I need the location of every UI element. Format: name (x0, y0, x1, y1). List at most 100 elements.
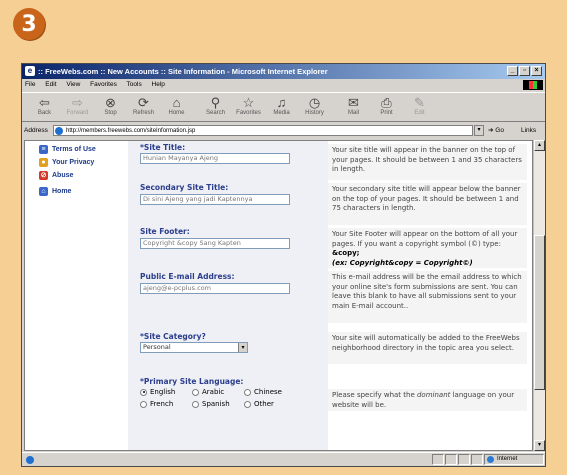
radio-icon (192, 388, 199, 396)
maximize-button[interactable]: ▫ (519, 66, 530, 76)
ie-icon: e (25, 66, 35, 76)
back-arrow-icon: ⇦ (39, 95, 50, 110)
media-icon: ♫ (276, 95, 287, 110)
document-icon: ≡ (39, 145, 48, 154)
page-content: ≡ Terms of Use ● Your Privacy ⊘ Abuse ⌂ … (24, 140, 533, 451)
language-chinese-radio[interactable]: Chinese (244, 388, 296, 396)
menu-edit[interactable]: Edit (45, 81, 56, 88)
search-icon: ⚲ (210, 95, 221, 110)
scroll-up-icon[interactable]: ▴ (534, 140, 545, 151)
help-column: Your site title will appear in the banne… (328, 141, 527, 450)
menu-view[interactable]: View (66, 81, 80, 88)
step-number-badge: 3 (13, 8, 45, 40)
email-field[interactable]: ajeng@e-pcplus.com (140, 283, 290, 294)
site-category-select[interactable]: Personal ▾ (140, 342, 248, 353)
language-english-radio[interactable]: English (140, 388, 192, 396)
address-label: Address (24, 127, 48, 134)
address-bar: Address http://members.freewebs.com/site… (22, 123, 545, 138)
links-button[interactable]: Links (521, 123, 536, 138)
sidebar-nav: ≡ Terms of Use ● Your Privacy ⊘ Abuse ⌂ … (25, 141, 127, 450)
menu-help[interactable]: Help (152, 81, 165, 88)
scroll-down-icon[interactable]: ▾ (534, 440, 545, 451)
email-help: This e-mail address will be the email ad… (328, 271, 527, 323)
history-icon: ◷ (308, 95, 321, 110)
back-button[interactable]: ⇦ Back (28, 93, 61, 116)
close-button[interactable]: × (531, 66, 542, 76)
site-footer-input[interactable]: Copyright &copy Sang Kapten (140, 238, 290, 249)
menu-file[interactable]: File (25, 81, 35, 88)
status-panes (432, 454, 483, 465)
secondary-title-label: Secondary Site Title: (140, 183, 229, 192)
radio-selected-icon (140, 388, 147, 396)
print-button[interactable]: ⎙ Print (370, 93, 403, 116)
site-title-help: Your site title will appear in the banne… (328, 144, 527, 180)
radio-icon (244, 400, 251, 408)
site-category-help: Your site will automatically be added to… (328, 332, 527, 364)
windows-logo-icon (523, 80, 543, 90)
site-info-form: *Site Title: Hunian Mayanya Ajeng Second… (128, 141, 328, 450)
mail-button[interactable]: ✉ Mail (337, 93, 370, 116)
menu-favorites[interactable]: Favorites (90, 81, 117, 88)
window-controls: _ ▫ × (507, 66, 542, 76)
home-icon: ⌂ (39, 187, 48, 196)
language-arabic-radio[interactable]: Arabic (192, 388, 244, 396)
mail-icon: ✉ (348, 95, 359, 110)
vertical-scrollbar[interactable]: ▴ ▾ (533, 140, 545, 451)
sidebar-item-terms-of-use[interactable]: ≡ Terms of Use (25, 143, 127, 156)
site-title-label: *Site Title: (140, 143, 186, 152)
favorites-icon: ☆ (242, 95, 255, 110)
menu-tools[interactable]: Tools (127, 81, 142, 88)
print-icon: ⎙ (381, 95, 392, 110)
menu-bar: File Edit View Favorites Tools Help (22, 79, 545, 91)
language-label: *Primary Site Language: (140, 377, 244, 386)
search-button[interactable]: ⚲ Search (199, 93, 232, 116)
forward-button[interactable]: ⇨ Forward (61, 93, 94, 116)
radio-icon (192, 400, 199, 408)
media-button[interactable]: ♫ Media (265, 93, 298, 116)
abuse-icon: ⊘ (39, 171, 48, 180)
site-footer-help: Your Site Footer will appear on the bott… (328, 228, 527, 268)
title-bar: e :: FreeWebs.com :: New Accounts :: Sit… (22, 64, 545, 79)
page-status-icon (26, 456, 34, 464)
edit-button[interactable]: ✎ Edit (403, 93, 436, 116)
site-category-label: *Site Category? (140, 332, 206, 341)
home-button[interactable]: ⌂ Home (160, 93, 193, 116)
forward-arrow-icon: ⇨ (72, 95, 83, 110)
language-spanish-radio[interactable]: Spanish (192, 400, 244, 408)
refresh-icon: ⟳ (138, 95, 149, 110)
address-input[interactable]: http://members.freewebs.com/siteInformat… (53, 125, 473, 136)
sidebar-item-your-privacy[interactable]: ● Your Privacy (25, 156, 127, 169)
sidebar-item-abuse[interactable]: ⊘ Abuse (25, 169, 127, 182)
go-arrow-icon: ➔ (488, 127, 494, 134)
chevron-down-icon: ▾ (238, 343, 247, 352)
secondary-title-input[interactable]: Di sini Ajeng yang jadi Kaptennya (140, 194, 290, 205)
stop-button[interactable]: ⊗ Stop (94, 93, 127, 116)
go-button[interactable]: ➔ Go (488, 123, 504, 138)
security-zone: Internet (484, 454, 544, 465)
status-bar: Internet (22, 452, 545, 466)
site-footer-label: Site Footer: (140, 227, 190, 236)
address-url: http://members.freewebs.com/siteInformat… (66, 128, 196, 134)
language-french-radio[interactable]: French (140, 400, 192, 408)
site-title-input[interactable]: Hunian Mayanya Ajeng (140, 153, 290, 164)
scroll-thumb[interactable] (534, 235, 545, 390)
language-row-1: English Arabic Chinese (140, 388, 296, 396)
home-icon: ⌂ (172, 95, 181, 110)
standard-toolbar: ⇦ Back ⇨ Forward ⊗ Stop ⟳ Refresh ⌂ Home ⚲ Sea… (22, 92, 545, 122)
minimize-button[interactable]: _ (507, 66, 518, 76)
language-other-radio[interactable]: Other (244, 400, 296, 408)
globe-icon (487, 456, 494, 463)
favorites-button[interactable]: ☆ Favorites (232, 93, 265, 116)
sidebar-item-home[interactable]: ⌂ Home (25, 185, 127, 198)
address-dropdown-button[interactable]: ▾ (474, 125, 484, 136)
radio-icon (140, 400, 147, 408)
stop-icon: ⊗ (105, 95, 116, 110)
browser-window: e :: FreeWebs.com :: New Accounts :: Sit… (21, 63, 546, 467)
window-title: :: FreeWebs.com :: New Accounts :: Site … (38, 67, 328, 76)
refresh-button[interactable]: ⟳ Refresh (127, 93, 160, 116)
page-icon (55, 127, 63, 135)
lock-icon: ● (39, 158, 48, 167)
language-row-2: French Spanish Other (140, 400, 296, 408)
site-category-value: Personal (143, 343, 171, 351)
history-button[interactable]: ◷ History (298, 93, 331, 116)
